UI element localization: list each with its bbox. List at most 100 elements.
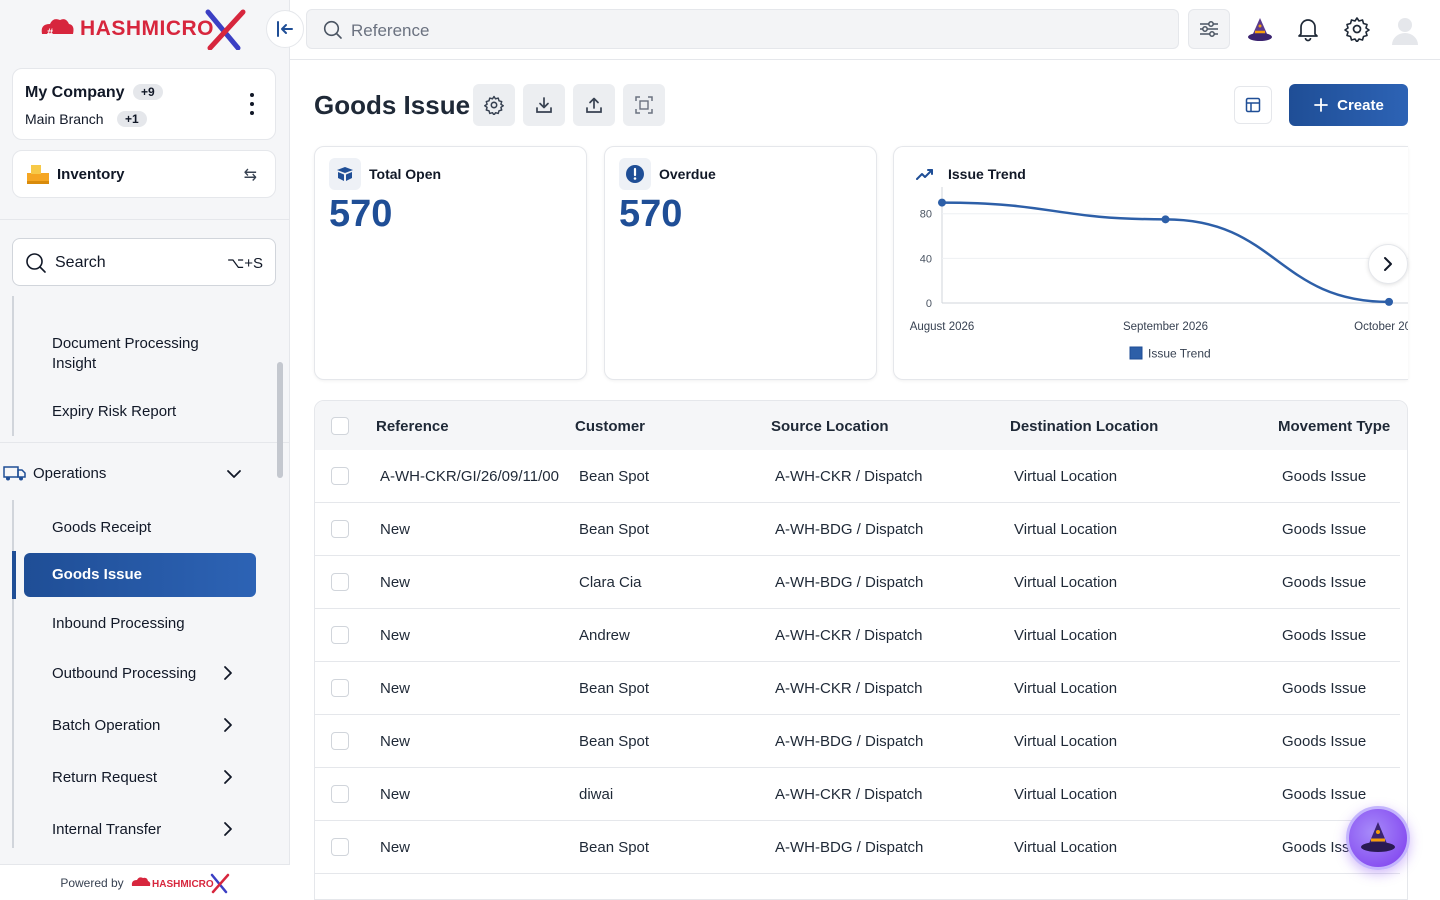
row-checkbox[interactable] — [331, 679, 349, 697]
cell-source-location: A-WH-BDG / Dispatch — [775, 733, 924, 750]
row-checkbox[interactable] — [331, 732, 349, 750]
column-header-movement-type[interactable]: Movement Type — [1278, 418, 1390, 435]
chevron-right-icon[interactable] — [220, 663, 236, 688]
chevron-right-icon[interactable] — [220, 767, 236, 792]
sidebar-item-label: Goods Issue — [52, 566, 143, 583]
module-label: Inventory — [57, 166, 125, 183]
cell-source-location: A-WH-BDG / Dispatch — [775, 839, 924, 856]
chevron-right-icon[interactable] — [220, 819, 236, 844]
powered-by-footer: Powered by HASHMICRO — [0, 864, 290, 900]
cell-customer: Bean Spot — [579, 521, 650, 538]
cell-destination-location: Virtual Location — [1014, 627, 1118, 644]
module-switcher[interactable]: Inventory ⇆ — [12, 150, 276, 198]
section-divider — [0, 442, 290, 443]
sidebar-section-operations[interactable]: Operations — [33, 465, 106, 482]
chevron-down-icon[interactable] — [224, 464, 244, 489]
sidebar-item-outbound-processing[interactable]: Outbound Processing — [52, 665, 196, 682]
sidebar-item-document-processing-insight[interactable]: Document Processing Insight — [52, 334, 222, 374]
sidebar-search[interactable]: Search ⌥+S — [12, 238, 276, 286]
company-count-badge: +9 — [133, 84, 163, 100]
create-button[interactable]: Create — [1289, 84, 1408, 126]
hashmicro-logo[interactable]: # HASHMICRO — [38, 8, 248, 50]
bell-icon[interactable] — [1296, 16, 1320, 47]
column-header-destination-location[interactable]: Destination Location — [1010, 418, 1158, 435]
cell-movement-type: Goods Issue — [1282, 786, 1367, 803]
table-row[interactable]: New Bean Spot A-WH-BDG / Dispatch Virtual L… — [315, 503, 1400, 556]
filter-button[interactable] — [1188, 9, 1230, 49]
tree-line — [12, 296, 14, 436]
scan-button[interactable] — [623, 84, 665, 126]
page-title: Goods Issue — [314, 90, 471, 120]
cell-customer: Andrew — [579, 627, 630, 644]
cell-source-location: A-WH-BDG / Dispatch — [775, 521, 924, 538]
stat-value: 570 — [329, 193, 393, 235]
x-tick-label: August 2026 — [910, 321, 975, 333]
collapse-sidebar-button[interactable] — [266, 10, 304, 48]
x-tick-label: October 2026 — [1354, 321, 1408, 333]
data-point — [938, 198, 946, 207]
y-tick-label: 80 — [920, 209, 932, 221]
column-header-source-location[interactable]: Source Location — [771, 418, 889, 435]
switch-module-icon[interactable]: ⇆ — [244, 165, 257, 185]
table-row[interactable]: New Bean Spot A-WH-CKR / Dispatch Virtual L… — [315, 662, 1400, 715]
box-icon — [329, 158, 361, 190]
column-header-customer[interactable]: Customer — [575, 418, 645, 435]
next-chart-button[interactable] — [1368, 244, 1408, 284]
cell-movement-type: Goods Issue — [1282, 627, 1367, 644]
table-row[interactable]: New diwai A-WH-CKR / Dispatch Virtual Locat… — [315, 768, 1400, 821]
row-checkbox[interactable] — [331, 520, 349, 538]
gear-icon[interactable] — [1344, 16, 1370, 47]
reference-search-input[interactable]: Reference — [306, 9, 1179, 49]
row-checkbox[interactable] — [331, 573, 349, 591]
sidebar-item-inbound-processing[interactable]: Inbound Processing — [52, 615, 185, 632]
column-header-reference[interactable]: Reference — [376, 418, 449, 435]
wizard-hat-icon — [1361, 822, 1395, 852]
settings-button[interactable] — [473, 84, 515, 126]
select-all-checkbox[interactable] — [331, 417, 349, 435]
table-row[interactable]: A-WH-CKR/GI/26/09/11/00 Bean Spot A-WH-CKR… — [315, 450, 1400, 503]
cell-destination-location: Virtual Location — [1014, 839, 1118, 856]
ai-assistant-button[interactable] — [1346, 806, 1410, 870]
cell-customer: Bean Spot — [579, 468, 650, 485]
avatar[interactable] — [1390, 14, 1420, 51]
more-options-icon[interactable] — [249, 93, 255, 115]
row-checkbox[interactable] — [331, 626, 349, 644]
layout-toggle-button[interactable] — [1234, 86, 1272, 124]
cell-source-location: A-WH-CKR / Dispatch — [775, 627, 923, 644]
table-row[interactable]: New Clara Cia A-WH-BDG / Dispatch Virtual L… — [315, 556, 1400, 609]
sidebar-item-batch-operation[interactable]: Batch Operation — [52, 717, 160, 734]
cell-reference: New — [380, 627, 411, 644]
stat-card-overdue[interactable]: Overdue 570 — [604, 146, 877, 380]
sidebar-item-expiry-risk-report[interactable]: Expiry Risk Report — [52, 403, 176, 420]
sidebar-item-goods-receipt[interactable]: Goods Receipt — [52, 519, 151, 536]
sidebar-item-internal-transfer[interactable]: Internal Transfer — [52, 821, 161, 838]
upload-button[interactable] — [573, 84, 615, 126]
branch-count-badge: +1 — [117, 111, 147, 127]
table-row[interactable]: New Bean Spot A-WH-BDG / Dispatch Virtual L… — [315, 715, 1400, 768]
top-bar: Reference — [290, 0, 1440, 60]
row-checkbox[interactable] — [331, 785, 349, 803]
stat-value: 570 — [619, 193, 683, 235]
table-row[interactable]: New Andrew A-WH-CKR / Dispatch Virtual Loca… — [315, 609, 1400, 662]
row-checkbox[interactable] — [331, 467, 349, 485]
sidebar-scrollbar[interactable] — [277, 362, 283, 478]
cell-reference: New — [380, 521, 411, 538]
company-switcher[interactable]: My Company +9 Main Branch +1 — [12, 68, 276, 140]
table-row[interactable]: New Bean Spot A-WH-BDG / Dispatch Virtual L… — [315, 821, 1400, 874]
filter-sliders-icon — [1200, 21, 1218, 37]
row-checkbox[interactable] — [331, 838, 349, 856]
table-header: Reference Customer Source Location Desti… — [315, 401, 1407, 450]
wizard-hat-icon[interactable] — [1246, 16, 1274, 49]
download-button[interactable] — [523, 84, 565, 126]
svg-text:HASHMICRO: HASHMICRO — [80, 17, 214, 40]
inventory-box-icon — [25, 163, 51, 190]
sidebar-search-label: Search — [55, 254, 106, 271]
sidebar-item-return-request[interactable]: Return Request — [52, 769, 157, 786]
data-point — [1385, 297, 1393, 306]
alert-icon — [619, 158, 651, 190]
sidebar-item-goods-issue[interactable]: Goods Issue — [24, 553, 256, 597]
stat-card-total-open[interactable]: Total Open 570 — [314, 146, 587, 380]
cell-reference: New — [380, 574, 411, 591]
chevron-right-icon[interactable] — [220, 715, 236, 740]
y-tick-label: 40 — [920, 253, 932, 265]
